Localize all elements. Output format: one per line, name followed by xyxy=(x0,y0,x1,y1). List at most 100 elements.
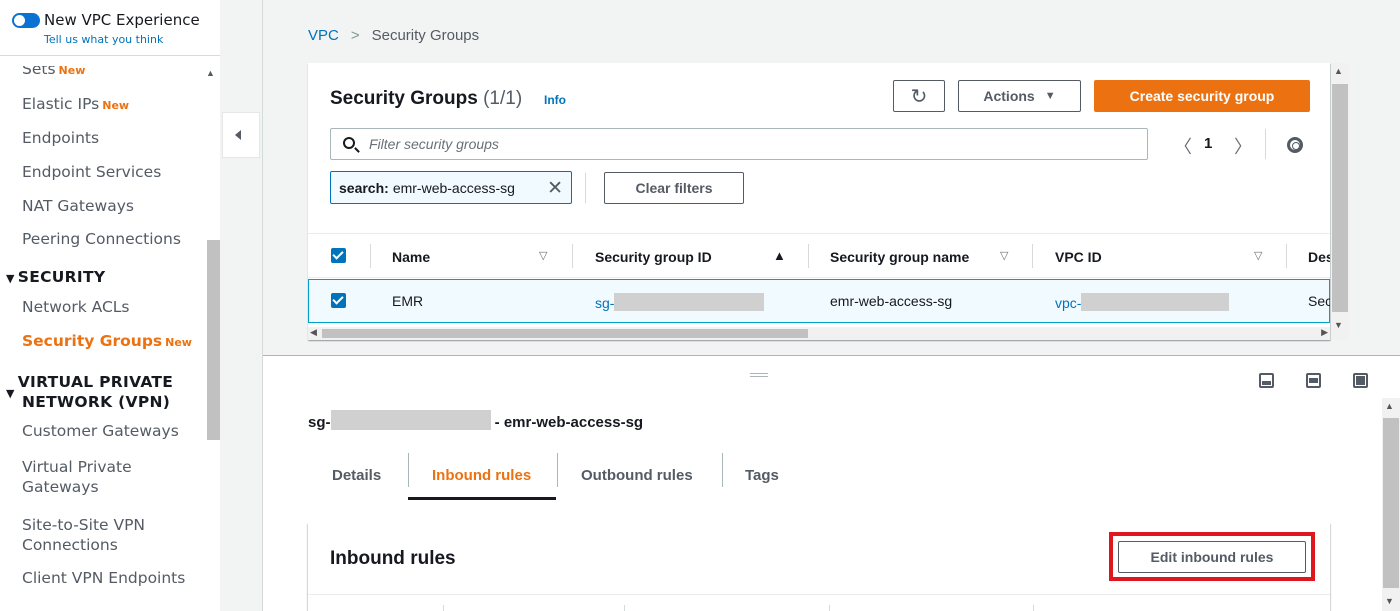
title-suffix: - emr-web-access-sg xyxy=(494,414,644,431)
gear-icon[interactable] xyxy=(1287,137,1303,153)
tab-outbound-rules[interactable]: Outbound rules xyxy=(581,449,693,501)
row-checkbox[interactable] xyxy=(331,293,346,308)
column-divider xyxy=(624,605,625,611)
split-panel-scroll-thumb[interactable] xyxy=(1383,418,1399,588)
sort-icon[interactable]: ▽ xyxy=(539,249,547,262)
column-divider xyxy=(1032,244,1033,268)
scroll-up-arrow-icon[interactable]: ▲ xyxy=(1334,66,1343,76)
cell-name: EMR xyxy=(392,293,424,309)
close-icon[interactable]: ✕ xyxy=(547,177,563,200)
token-key: search: xyxy=(339,179,389,196)
scroll-up-arrow-icon[interactable]: ▲ xyxy=(1385,401,1394,411)
detail-title: sg- - emr-web-access-sg xyxy=(308,410,643,431)
sidebar-item-network-acls[interactable]: Network ACLs xyxy=(22,298,130,316)
inbound-rules-card: Inbound rules Edit inbound rules xyxy=(308,523,1330,611)
scroll-right-arrow-icon[interactable]: ▶ xyxy=(1321,327,1328,338)
redacted-id xyxy=(1081,293,1230,311)
collapse-sidebar-button[interactable] xyxy=(222,112,260,158)
new-badge: New xyxy=(102,99,130,112)
panel-position-full-icon[interactable] xyxy=(1353,373,1368,388)
column-header-description[interactable]: Des xyxy=(1308,234,1330,279)
caret-down-icon: ▼ xyxy=(6,272,15,285)
horizontal-scroll-thumb[interactable] xyxy=(322,329,808,338)
column-divider xyxy=(1286,244,1287,268)
actions-label: Actions xyxy=(983,88,1035,104)
scroll-left-arrow-icon[interactable]: ◀ xyxy=(310,327,317,338)
sidebar-item-sets[interactable]: Sets New xyxy=(22,64,86,78)
sidebar-item-site-to-site-vpn[interactable]: Site-to-Site VPN Connections xyxy=(22,515,145,555)
divider xyxy=(585,173,586,203)
divider xyxy=(308,594,1330,595)
sidebar-section-vpn[interactable]: ▼VIRTUAL PRIVATE NETWORK (VPN) xyxy=(6,373,173,412)
sort-icon[interactable]: ▽ xyxy=(1254,249,1262,262)
column-header-security-group-id[interactable]: Security group ID xyxy=(595,234,712,279)
column-header-security-group-name[interactable]: Security group name xyxy=(830,234,969,279)
column-divider xyxy=(443,605,444,611)
sort-ascending-icon[interactable]: ▲ xyxy=(773,248,786,263)
sidebar-item-peering-connections[interactable]: Peering Connections xyxy=(22,230,181,248)
column-header-name[interactable]: Name xyxy=(392,234,430,279)
horizontal-scrollbar[interactable]: ◀ ▶ xyxy=(308,327,1330,340)
scroll-down-arrow-icon[interactable]: ▼ xyxy=(1385,596,1394,606)
breadcrumb-current: Security Groups xyxy=(371,27,480,44)
security-groups-panel: Security Groups (1/1) Info ↻ Actions ▼ C… xyxy=(308,63,1330,340)
scroll-up-arrow-icon[interactable]: ▲ xyxy=(206,68,215,78)
feedback-link[interactable]: Tell us what you think xyxy=(44,33,163,46)
search-icon xyxy=(343,137,355,149)
new-badge: New xyxy=(58,64,86,77)
sidebar-scrollbar[interactable] xyxy=(207,240,220,440)
column-divider xyxy=(572,244,573,268)
sg-id-prefix: sg- xyxy=(595,295,615,311)
sidebar-item-endpoints[interactable]: Endpoints xyxy=(22,129,99,147)
sidebar-item-client-vpn-endpoints[interactable]: Client VPN Endpoints xyxy=(22,569,185,587)
caret-left-icon xyxy=(235,130,241,140)
tab-inbound-rules[interactable]: Inbound rules xyxy=(432,449,531,501)
search-input[interactable]: Filter security groups xyxy=(330,128,1148,160)
column-divider xyxy=(370,244,371,268)
sidebar-item-endpoint-services[interactable]: Endpoint Services xyxy=(22,163,161,181)
sidebar: New VPC Experience Tell us what you thin… xyxy=(0,0,220,611)
sidebar-section-security[interactable]: ▼ SECURITY xyxy=(6,268,105,288)
section-label-cont: NETWORK (VPN) xyxy=(22,393,171,411)
filter-token: search: emr-web-access-sg ✕ xyxy=(330,171,572,204)
caret-down-icon: ▼ xyxy=(6,387,15,400)
panel-position-bottom-icon[interactable] xyxy=(1259,373,1274,388)
panel-position-side-icon[interactable] xyxy=(1306,373,1321,388)
tab-tags[interactable]: Tags xyxy=(745,449,779,501)
title-text: Security Groups xyxy=(330,88,478,109)
cell-security-group-name: emr-web-access-sg xyxy=(830,293,953,309)
info-link[interactable]: Info xyxy=(544,93,566,107)
tab-divider xyxy=(408,453,409,487)
cell-vpc-id[interactable]: vpc- xyxy=(1055,293,1230,311)
clear-filters-button[interactable]: Clear filters xyxy=(604,172,744,204)
new-vpc-experience-label: New VPC Experience xyxy=(44,11,200,29)
resize-handle-icon[interactable] xyxy=(750,373,768,377)
select-all-checkbox[interactable] xyxy=(331,248,346,263)
sidebar-item-virtual-private-gateways[interactable]: Virtual Private Gateways xyxy=(22,457,132,497)
chevron-right-icon: > xyxy=(350,27,360,44)
sidebar-item-security-groups[interactable]: Security Groups New xyxy=(22,332,192,350)
column-header-vpc-id[interactable]: VPC ID xyxy=(1055,234,1102,279)
cell-security-group-id[interactable]: sg- xyxy=(595,293,765,311)
sort-icon[interactable]: ▽ xyxy=(1000,249,1008,262)
sidebar-item-elastic-ips[interactable]: Elastic IPs New xyxy=(22,95,129,113)
table-header: Name ▽ Security group ID ▲ Security grou… xyxy=(308,233,1330,278)
tab-details[interactable]: Details xyxy=(332,449,381,501)
new-vpc-experience-toggle[interactable] xyxy=(12,13,40,28)
scroll-down-arrow-icon[interactable]: ▼ xyxy=(1334,320,1343,330)
sidebar-item-nat-gateways[interactable]: NAT Gateways xyxy=(22,197,134,215)
redacted-id xyxy=(330,410,491,430)
new-badge: New xyxy=(165,336,192,349)
refresh-button[interactable]: ↻ xyxy=(893,80,945,112)
next-page-icon[interactable]: 〉 xyxy=(1234,133,1252,159)
breadcrumb-vpc-link[interactable]: VPC xyxy=(308,27,339,44)
current-page-number[interactable]: 1 xyxy=(1204,135,1212,152)
sidebar-item-customer-gateways[interactable]: Customer Gateways xyxy=(22,422,179,440)
previous-page-icon[interactable]: 〈 xyxy=(1174,133,1192,159)
actions-button[interactable]: Actions ▼ xyxy=(958,80,1081,112)
panel-scroll-thumb[interactable] xyxy=(1332,84,1348,312)
table-row[interactable]: EMR sg- emr-web-access-sg vpc- Sec xyxy=(308,279,1330,323)
tab-divider xyxy=(557,453,558,487)
active-tab-indicator xyxy=(408,497,556,500)
create-security-group-button[interactable]: Create security group xyxy=(1094,80,1310,112)
